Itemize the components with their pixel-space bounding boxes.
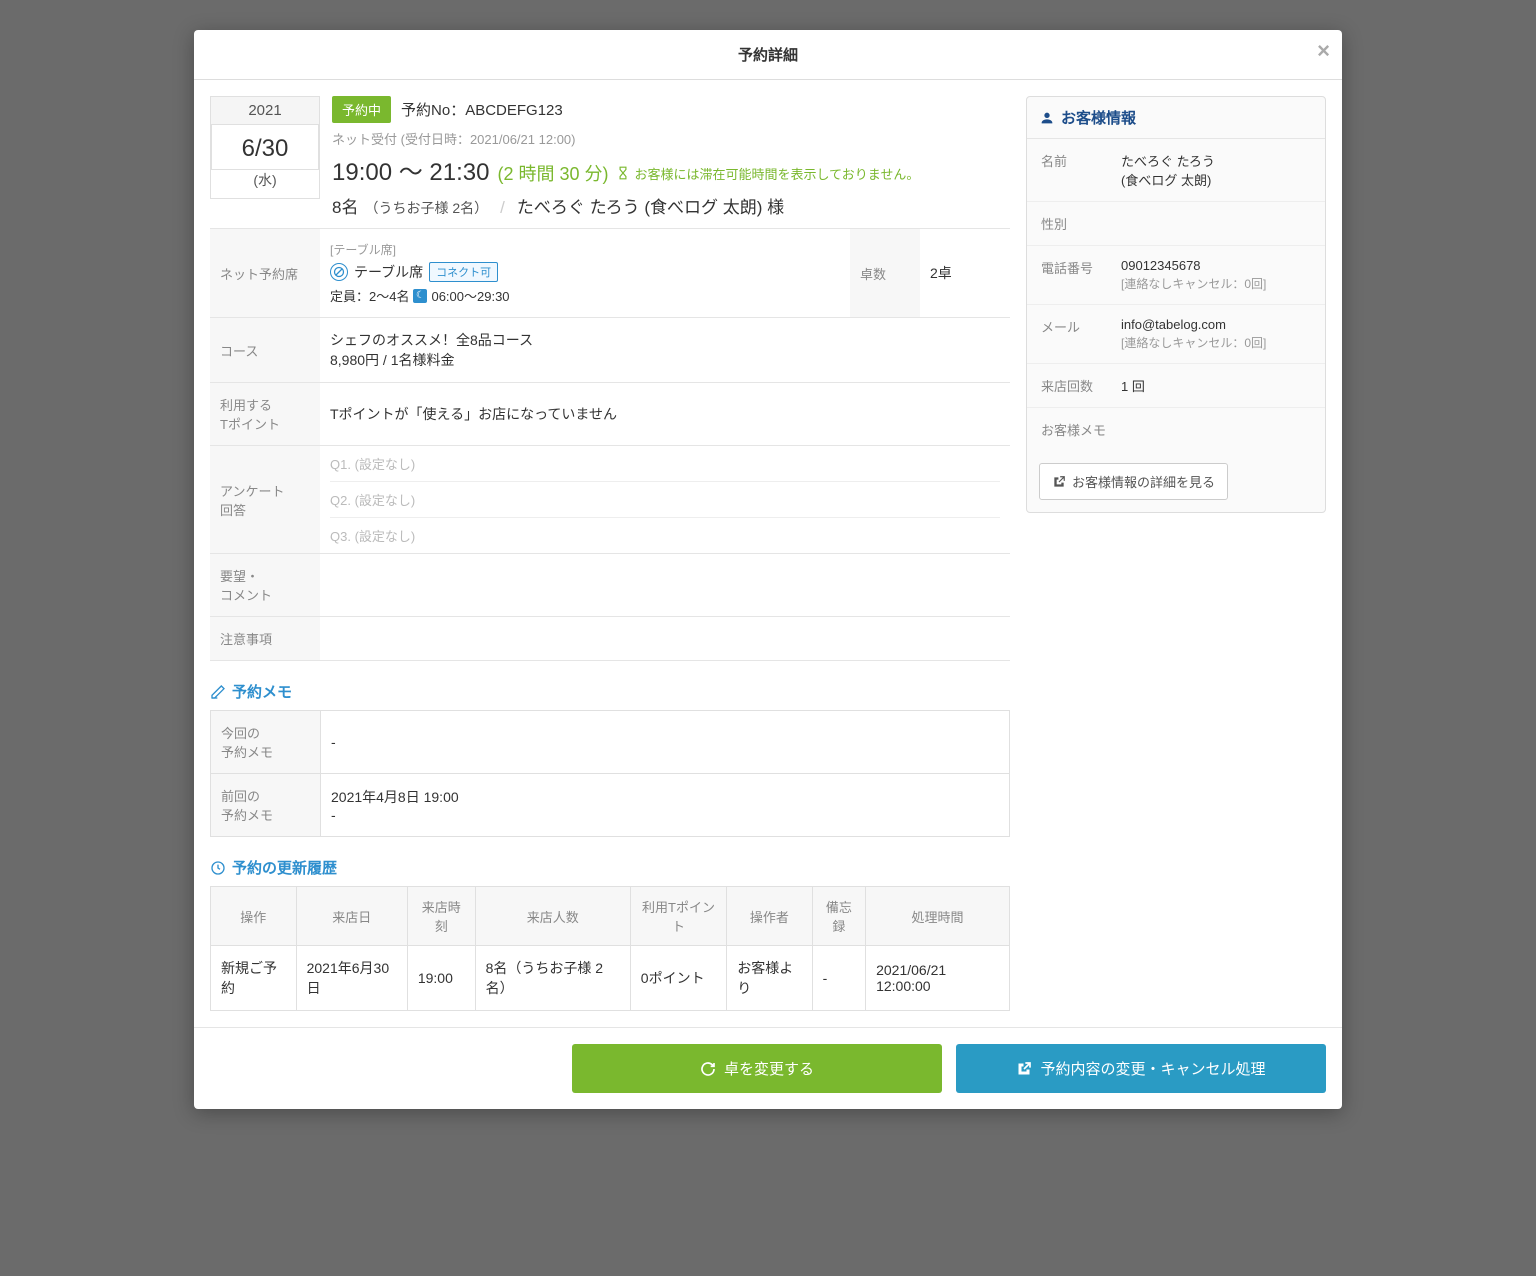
external-icon	[1052, 475, 1066, 489]
date-box: 2021 6/30 (水)	[210, 96, 320, 218]
date-year: 2021	[210, 96, 320, 124]
cell-survey: Q1. (設定なし) Q2. (設定なし) Q3. (設定なし)	[320, 446, 1010, 554]
history-row: 新規ご予約 2021年6月30日 19:00 8名（うちお子様 2名） 0ポイン…	[211, 946, 1010, 1011]
label-course: コース	[210, 318, 320, 383]
history-header-row: 操作 来店日 来店時刻 来店人数 利用Tポイント 操作者 備忘録 処理時間	[211, 887, 1010, 946]
cust-gender	[1121, 214, 1311, 233]
seat-category: [テーブル席]	[330, 241, 840, 258]
customer-panel: お客様情報 名前 たべろぐ たろう (食べログ 太朗) 性別 電話番号	[1026, 96, 1326, 513]
person-icon	[1039, 110, 1055, 126]
label-table-count: 卓数	[850, 229, 920, 318]
cust-visits: 1 回	[1121, 376, 1311, 395]
cust-email-sub: [連絡なしキャンセル：0回]	[1121, 334, 1311, 351]
duration: (2 時間 30 分)	[497, 160, 608, 186]
label-request: 要望・ コメント	[210, 554, 320, 617]
cell-prev-memo: 2021年4月8日 19:00 -	[321, 774, 1010, 837]
label-this-memo: 今回の 予約メモ	[211, 711, 321, 774]
cust-email: info@tabelog.com	[1121, 317, 1311, 332]
party-child-count: （うちお子様 2名）	[364, 198, 488, 218]
seat-hours: 06:00〜29:30	[431, 286, 509, 305]
date-day-of-week: (水)	[211, 170, 319, 198]
modal-title: 予約詳細	[738, 47, 798, 64]
date-month-day: 6/30	[211, 124, 319, 170]
cell-course: シェフのオススメ！全8品コース 8,980円 / 1名様料金	[320, 318, 1010, 383]
external-icon	[1016, 1061, 1032, 1077]
label-notes: 注意事項	[210, 617, 320, 661]
cell-net-seat: [テーブル席] テーブル席 コネクト可 定員：2〜4名 ☾ 06:00〜29:3…	[320, 229, 850, 318]
cell-notes	[320, 617, 1010, 661]
reservation-detail-modal: 予約詳細 × 2021 6/30 (水) 予約中 予約No：ABCDEFG123	[194, 30, 1342, 1109]
close-icon[interactable]: ×	[1317, 40, 1330, 62]
label-prev-memo: 前回の 予約メモ	[211, 774, 321, 837]
cell-tpoint: Tポイントが「使える」お店になっていません	[320, 383, 1010, 446]
survey-q2: Q2. (設定なし)	[330, 482, 1000, 518]
label-cust-visits: 来店回数	[1041, 376, 1121, 395]
memo-section-header: 予約メモ	[210, 681, 1010, 702]
status-badge: 予約中	[332, 96, 391, 123]
label-cust-phone: 電話番号	[1041, 258, 1121, 292]
label-survey: アンケート 回答	[210, 446, 320, 554]
survey-q1: Q1. (設定なし)	[330, 446, 1000, 482]
edit-icon	[210, 684, 226, 700]
label-cust-name: 名前	[1041, 151, 1121, 189]
cell-request	[320, 554, 1010, 617]
hourglass-icon	[616, 166, 630, 180]
label-cust-memo: お客様メモ	[1041, 420, 1121, 439]
label-cust-email: メール	[1041, 317, 1121, 351]
cust-memo	[1121, 420, 1311, 439]
history-section-header: 予約の更新履歴	[210, 857, 1010, 878]
label-cust-gender: 性別	[1041, 214, 1121, 233]
refresh-icon	[700, 1061, 716, 1077]
cust-phone: 09012345678	[1121, 258, 1311, 273]
change-table-button[interactable]: 卓を変更する	[572, 1044, 942, 1093]
time-range: 19:00 〜 21:30	[332, 152, 489, 187]
label-tpoint: 利用する Tポイント	[210, 383, 320, 446]
cust-name-sub: (食べログ 太朗)	[1121, 170, 1311, 189]
seat-type: テーブル席	[354, 262, 423, 282]
modal-header: 予約詳細 ×	[194, 30, 1342, 80]
customer-detail-button[interactable]: お客様情報の詳細を見る	[1039, 463, 1228, 500]
party-count: 8名	[332, 193, 358, 218]
stay-warning: お客様には滞在可能時間を表示しておりません。	[616, 164, 919, 183]
label-net-seat: ネット予約席	[210, 229, 320, 318]
night-icon: ☾	[413, 289, 427, 303]
net-accept-line: ネット受付 (受付日時：2021/06/21 12:00)	[332, 129, 1010, 148]
cust-phone-sub: [連絡なしキャンセル：0回]	[1121, 275, 1311, 292]
cell-this-memo: -	[321, 711, 1010, 774]
cust-name: たべろぐ たろう	[1121, 151, 1311, 170]
no-smoking-icon	[330, 263, 348, 281]
edit-cancel-button[interactable]: 予約内容の変更・キャンセル処理	[956, 1044, 1326, 1093]
cell-table-count: 2卓	[920, 229, 1010, 318]
customer-panel-header: お客様情報	[1027, 97, 1325, 139]
survey-q3: Q3. (設定なし)	[330, 518, 1000, 553]
party-name: たべろぐ たろう (食べログ 太朗) 様	[517, 193, 784, 218]
reservation-number: 予約No：ABCDEFG123	[401, 99, 563, 120]
seat-capacity: 定員：2〜4名	[330, 286, 409, 305]
clock-icon	[210, 860, 226, 876]
connect-chip: コネクト可	[429, 262, 498, 282]
